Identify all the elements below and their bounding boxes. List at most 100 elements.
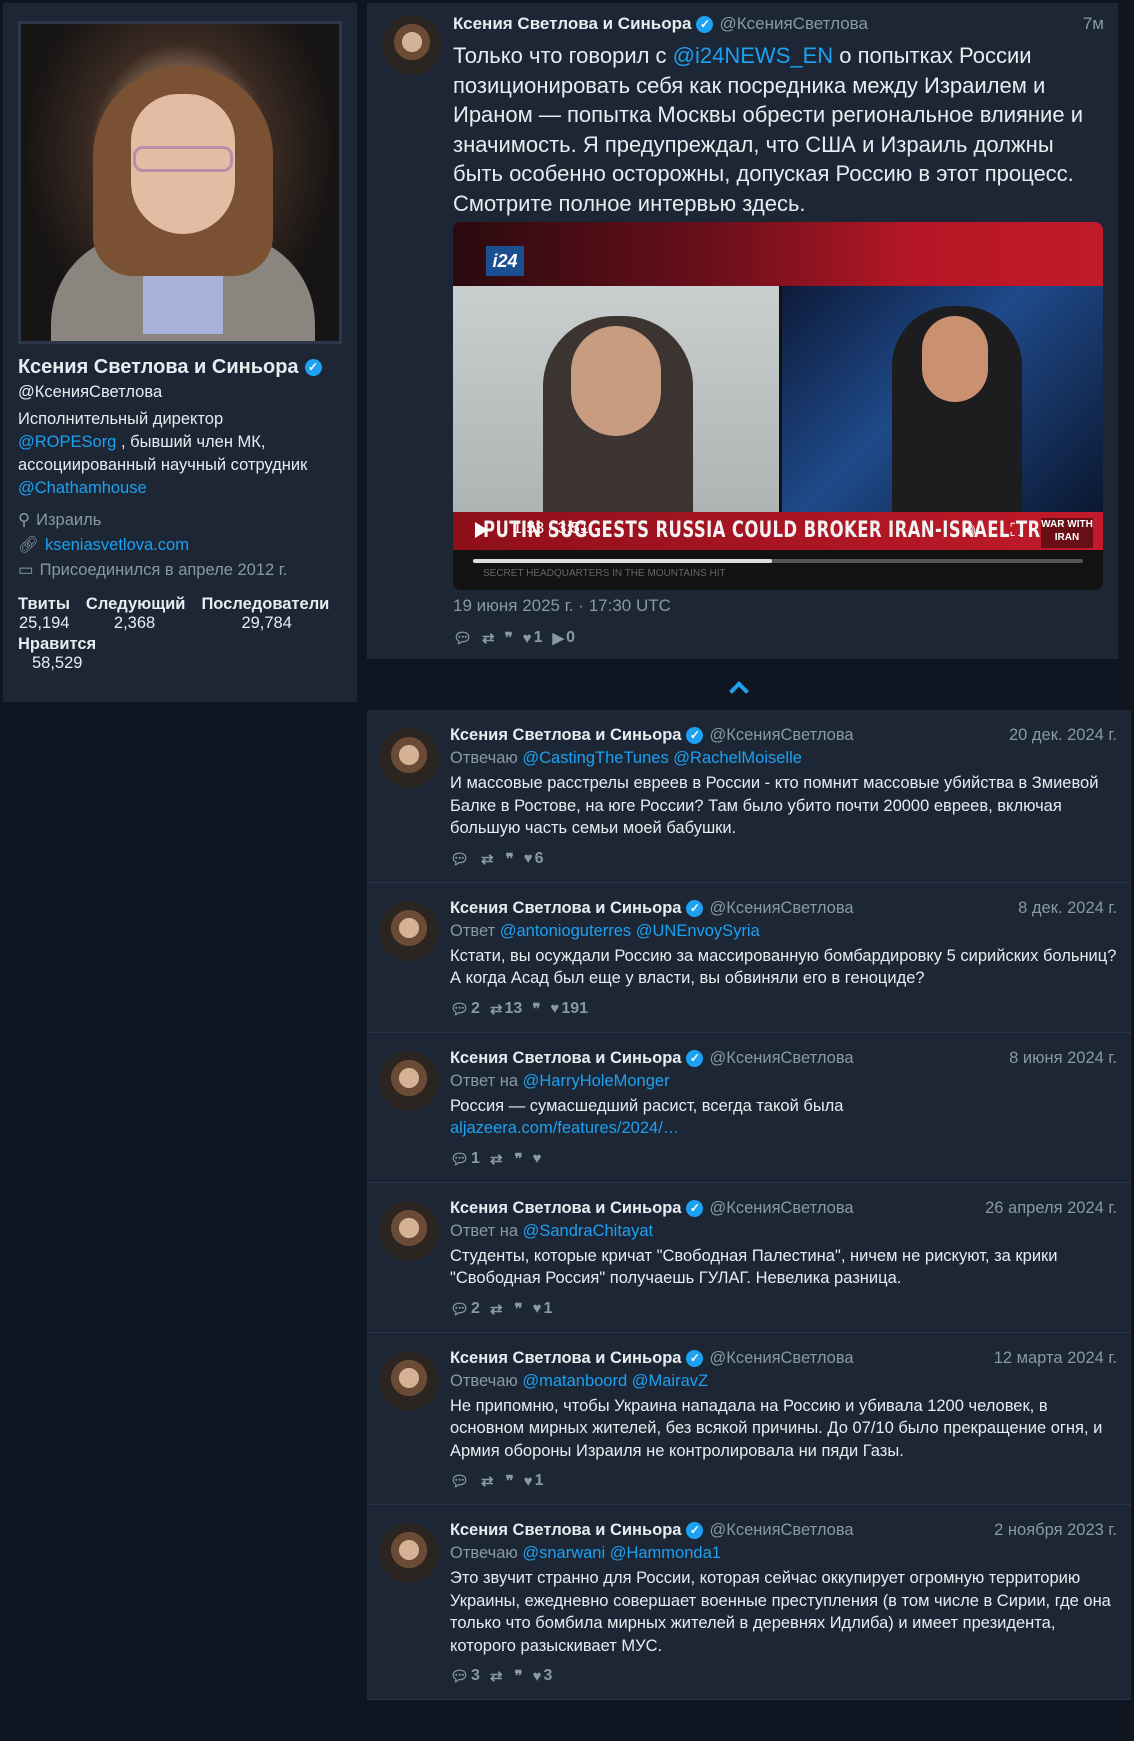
reply-mentions[interactable]: @HarryHoleMonger xyxy=(523,1072,670,1090)
tweet-item[interactable]: Ксения Светлова и Синьора ✓ @КсенияСветл… xyxy=(367,1182,1131,1333)
tweet-author-name[interactable]: Ксения Светлова и Синьора xyxy=(450,726,681,745)
reply-button[interactable]: 💬︎ 3 xyxy=(450,1667,480,1685)
retweet-button[interactable]: ⇄ xyxy=(490,1150,505,1168)
play-icon[interactable] xyxy=(475,522,488,538)
tweet-header: Ксения Светлова и Синьора ✓ @КсенияСветл… xyxy=(453,14,1104,34)
tweet-list: Ксения Светлова и Синьора ✓ @КсенияСветл… xyxy=(367,710,1131,1700)
reply-mentions[interactable]: @CastingTheTunes @RachelMoiselle xyxy=(522,749,802,767)
tweet-avatar[interactable] xyxy=(379,1050,439,1111)
retweet-button[interactable]: ⇄ xyxy=(490,1667,505,1685)
like-button[interactable]: ♥ 191 xyxy=(550,1000,588,1018)
retweet-button[interactable]: ⇄ 13 xyxy=(490,1000,522,1018)
quote-button[interactable]: ❞ xyxy=(506,1472,514,1490)
profile-stats: Твиты 25,194 Следующий 2,368 Последовате… xyxy=(18,595,342,633)
tweet-text: Кстати, вы осуждали Россию за массирован… xyxy=(450,945,1117,990)
quote-button[interactable]: ❞ xyxy=(515,1667,523,1685)
retweet-button[interactable]: ⇄ xyxy=(482,629,495,647)
reply-mentions[interactable]: @snarwani @Hammonda1 xyxy=(522,1544,721,1562)
views-button[interactable]: ▶ 0 xyxy=(553,629,575,647)
quote-button[interactable]: ❞ xyxy=(505,629,513,647)
like-button[interactable]: ♥ 1 xyxy=(523,629,543,647)
profile-website[interactable]: kseniasvetlova.com xyxy=(45,533,189,558)
tweet-author-handle[interactable]: @КсенияСветлова xyxy=(709,1049,853,1068)
like-button[interactable]: ♥ xyxy=(533,1150,544,1167)
tweet-avatar[interactable] xyxy=(379,728,439,788)
tweet-author-handle[interactable]: @КсенияСветлова xyxy=(719,14,867,34)
tweet-item[interactable]: Ксения Светлова и Синьора ✓ @КсенияСветл… xyxy=(367,882,1131,1033)
tweet-avatar[interactable] xyxy=(382,15,442,75)
like-button[interactable]: ♥ 1 xyxy=(524,1472,544,1490)
tweet-author-handle[interactable]: @КсенияСветлова xyxy=(709,726,853,745)
reply-button[interactable]: 💬︎ 2 xyxy=(450,1300,480,1318)
reply-mentions[interactable]: @matanboord @MairavZ xyxy=(522,1372,708,1390)
bio-mention-ropesorg[interactable]: @ROPESorg xyxy=(18,433,116,451)
profile-bio: Исполнительный директор @ROPESorg , бывш… xyxy=(18,408,342,500)
quote-icon: ❞ xyxy=(514,1300,523,1318)
retweet-button[interactable]: ⇄ xyxy=(481,1472,496,1490)
tweet-header: Ксения Светлова и Синьора ✓ @КсенияСветл… xyxy=(450,1521,1117,1540)
retweet-button[interactable]: ⇄ xyxy=(481,850,496,868)
tweet-avatar[interactable] xyxy=(379,1350,439,1411)
tweet-mention[interactable]: @i24NEWS_EN xyxy=(673,43,834,68)
tweet-time[interactable]: 20 дек. 2024 г. xyxy=(1009,726,1117,745)
tweet-avatar[interactable] xyxy=(379,1200,439,1261)
tweet-text-part: о попытках России позиционировать себя к… xyxy=(453,43,1083,216)
tweet-author-name[interactable]: Ксения Светлова и Синьора xyxy=(450,1199,681,1218)
profile-handle[interactable]: @КсенияСветлова xyxy=(18,383,342,402)
tweet-author-handle[interactable]: @КсенияСветлова xyxy=(709,1521,853,1540)
stat-following[interactable]: Следующий 2,368 xyxy=(86,595,186,633)
tweet-author-handle[interactable]: @КсенияСветлова xyxy=(709,1199,853,1218)
tweet-avatar[interactable] xyxy=(379,1523,439,1583)
quote-button[interactable]: ❞ xyxy=(515,1300,523,1318)
volume-icon[interactable]: 🔊︎ xyxy=(964,520,975,540)
tweet-author-name[interactable]: Ксения Светлова и Синьора xyxy=(450,899,681,918)
reply-mentions[interactable]: @antonioguterres @UNEnvoySyria xyxy=(500,922,760,940)
quote-button[interactable]: ❞ xyxy=(515,1150,523,1168)
like-button[interactable]: ♥ 3 xyxy=(533,1667,553,1685)
profile-avatar[interactable] xyxy=(18,21,342,344)
tweet-time[interactable]: 8 июня 2024 г. xyxy=(1009,1049,1117,1068)
reply-prefix: Отвечаю xyxy=(450,749,523,767)
video-progress[interactable] xyxy=(473,559,1083,563)
tweet-time[interactable]: 26 апреля 2024 г. xyxy=(985,1199,1117,1218)
stat-followers[interactable]: Последователи 29,784 xyxy=(201,595,329,633)
reply-button[interactable]: 💬︎ 1 xyxy=(450,1150,480,1168)
reply-button[interactable]: 💬︎ xyxy=(450,1472,471,1490)
reply-button[interactable]: 💬︎ xyxy=(450,850,471,868)
like-button[interactable]: ♥ 1 xyxy=(533,1300,553,1318)
tweet-time[interactable]: 12 марта 2024 г. xyxy=(994,1349,1117,1368)
tweet-time[interactable]: 8 дек. 2024 г. xyxy=(1018,899,1117,918)
quote-button[interactable]: ❞ xyxy=(506,850,514,868)
tweet-author-name[interactable]: Ксения Светлова и Синьора xyxy=(453,14,691,34)
tweet-item[interactable]: Ксения Светлова и Синьора ✓ @КсенияСветл… xyxy=(367,710,1131,883)
tweet-time[interactable]: 7м xyxy=(1083,14,1104,34)
tweet-author-handle[interactable]: @КсенияСветлова xyxy=(709,899,853,918)
tweet-author-handle[interactable]: @КсенияСветлова xyxy=(709,1349,853,1368)
tweet-item[interactable]: Ксения Светлова и Синьора ✓ @КсенияСветл… xyxy=(367,1032,1131,1183)
tweet-date[interactable]: 19 июня 2025 г. · 17:30 UTC xyxy=(453,596,671,616)
stat-tweets[interactable]: Твиты 25,194 xyxy=(18,595,70,633)
fullscreen-icon[interactable]: ⛶ xyxy=(1010,520,1023,540)
reply-mentions[interactable]: @SandraChitayat xyxy=(523,1222,654,1240)
tweet-item[interactable]: Ксения Светлова и Синьора ✓ @КсенияСветл… xyxy=(367,1505,1131,1700)
like-button[interactable]: ♥ 6 xyxy=(524,850,544,868)
reply-icon: 💬︎ xyxy=(450,1668,470,1685)
chevron-up-icon[interactable] xyxy=(729,681,749,701)
tweet-author-name[interactable]: Ксения Светлова и Синьора xyxy=(450,1521,681,1540)
quote-button[interactable]: ❞ xyxy=(532,1000,540,1018)
reply-button[interactable]: 💬︎ 2 xyxy=(450,1000,480,1018)
tweet-link[interactable]: aljazeera.com/features/2024/… xyxy=(450,1119,679,1137)
retweet-button[interactable]: ⇄ xyxy=(490,1300,505,1318)
main-tweet[interactable]: Ксения Светлова и Синьора ✓ @КсенияСветл… xyxy=(367,3,1118,659)
stat-likes[interactable]: Нравится 58,529 xyxy=(18,635,96,673)
tweet-item[interactable]: Ксения Светлова и Синьора ✓ @КсенияСветл… xyxy=(367,1332,1131,1505)
video-player[interactable]: i24 PUTIN SUGGESTS RUSSIA COULD BROKER I… xyxy=(453,222,1103,590)
profile-name[interactable]: Ксения Светлова и Синьора xyxy=(18,356,299,379)
tweet-author-name[interactable]: Ксения Светлова и Синьора xyxy=(450,1349,681,1368)
tweet-avatar[interactable] xyxy=(379,900,439,961)
bio-mention-chathamhouse[interactable]: @Chathamhouse xyxy=(18,479,147,497)
tweet-reply-context: Отвечаю @matanboord @MairavZ xyxy=(450,1372,1117,1391)
tweet-author-name[interactable]: Ксения Светлова и Синьора xyxy=(450,1049,681,1068)
tweet-time[interactable]: 2 ноября 2023 г. xyxy=(994,1521,1117,1540)
reply-button[interactable]: 💬︎ xyxy=(453,629,472,647)
